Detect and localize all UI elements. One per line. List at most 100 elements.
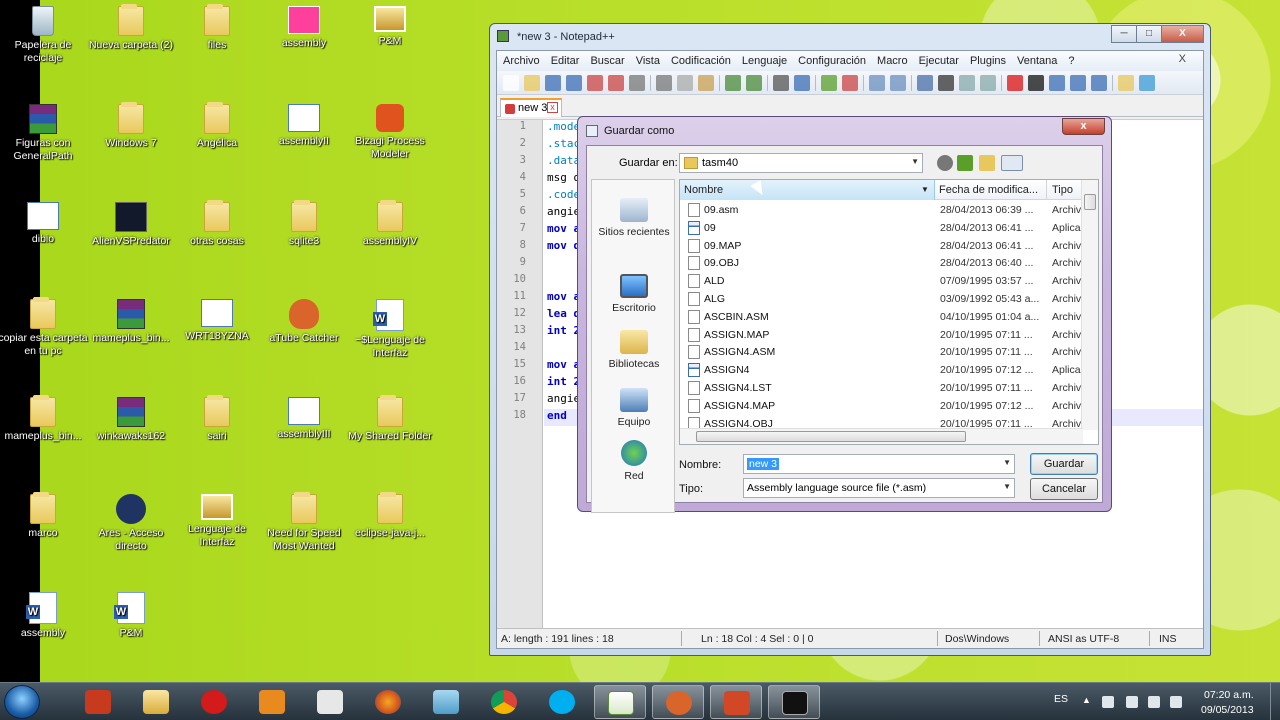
cancel-button[interactable]: Cancelar xyxy=(1030,478,1098,500)
back-icon[interactable] xyxy=(937,155,953,171)
undo-icon[interactable] xyxy=(725,74,741,91)
taskbar-skype[interactable] xyxy=(536,685,588,719)
desktop-icon[interactable]: aTube Catcher xyxy=(259,299,349,345)
menu-item[interactable]: Lenguaje xyxy=(742,55,787,67)
tab-close-icon[interactable]: x xyxy=(547,102,558,113)
taskbar-notes[interactable] xyxy=(420,685,472,719)
vertical-scrollbar[interactable] xyxy=(1081,180,1098,430)
menu-item[interactable]: Plugins xyxy=(970,55,1006,67)
menu-item[interactable]: Ejecutar xyxy=(919,55,959,67)
desktop-icon[interactable]: sqlite3 xyxy=(259,200,349,248)
view-menu-icon[interactable] xyxy=(1001,155,1023,171)
word-wrap-icon[interactable] xyxy=(917,74,933,91)
language-indicator[interactable]: ES xyxy=(1054,693,1068,705)
show-all-chars-icon[interactable] xyxy=(938,74,954,91)
save-all-icon[interactable] xyxy=(566,74,582,91)
taskbar-firefox[interactable] xyxy=(362,685,414,719)
zoom-in-icon[interactable] xyxy=(821,74,837,91)
clock-time[interactable]: 07:20 a.m. xyxy=(1204,689,1254,701)
column-name[interactable]: Nombre xyxy=(680,180,935,200)
desktop-icon[interactable]: Angélica xyxy=(172,102,262,150)
desktop-icon[interactable]: marco xyxy=(0,492,88,540)
cut-icon[interactable] xyxy=(656,74,672,91)
place-computer[interactable]: Equipo xyxy=(592,388,676,428)
desktop-icon[interactable]: copiar esta carpeta en tu pc xyxy=(0,297,88,358)
clock-date[interactable]: 09/05/2013 xyxy=(1201,704,1254,716)
taskbar-notepadpp[interactable] xyxy=(594,685,646,719)
file-row[interactable]: 09.MAP 28/04/2013 06:41 ... Archiv xyxy=(680,237,1098,255)
taskbar-powerpoint[interactable] xyxy=(710,685,762,719)
close-icon[interactable] xyxy=(587,74,603,91)
filename-input[interactable]: new 3 ▼ xyxy=(743,454,1015,474)
up-folder-icon[interactable] xyxy=(957,155,973,171)
taskbar-explorer[interactable] xyxy=(130,685,182,719)
menu-item[interactable]: ? xyxy=(1068,55,1074,67)
copy-icon[interactable] xyxy=(677,74,693,91)
file-row[interactable]: ALD 07/09/1995 03:57 ... Archiv xyxy=(680,272,1098,290)
lookin-dropdown[interactable]: tasm40 ▼ xyxy=(679,153,923,173)
desktop-icon[interactable]: Ares - Acceso directo xyxy=(86,494,176,553)
title-bar[interactable]: *new 3 - Notepad++ ─ □ X xyxy=(490,24,1210,48)
close-button[interactable]: X xyxy=(1161,25,1204,43)
play-macro-icon[interactable] xyxy=(1049,74,1065,91)
place-desktop[interactable]: Escritorio xyxy=(592,274,676,314)
taskbar-media-player[interactable] xyxy=(246,685,298,719)
desktop-icon[interactable]: assemblyIV xyxy=(345,200,435,248)
desktop-icon[interactable]: Windows 7 xyxy=(86,102,176,150)
menu-item[interactable]: Codificación xyxy=(671,55,731,67)
file-browser-icon[interactable] xyxy=(1118,74,1134,91)
desktop-icon[interactable]: assemblyII xyxy=(259,104,349,148)
desktop-icon[interactable]: Figuras con GeneralPath xyxy=(0,104,88,163)
taskbar-filezilla[interactable] xyxy=(72,685,124,719)
open-file-icon[interactable] xyxy=(524,74,540,91)
place-recent[interactable]: Sitios recientes xyxy=(592,198,676,238)
desktop-icon[interactable]: winkawaks162 xyxy=(86,397,176,443)
desktop-icon[interactable]: My Shared Folder xyxy=(345,395,435,443)
file-row[interactable]: ALG 03/09/1992 05:43 a... Archiv xyxy=(680,290,1098,308)
menu-item[interactable]: Archivo xyxy=(503,55,540,67)
volume-icon[interactable] xyxy=(1126,696,1138,708)
menu-item[interactable]: Configuración xyxy=(798,55,866,67)
taskbar-atube[interactable] xyxy=(652,685,704,719)
chevron-down-icon[interactable]: ▼ xyxy=(921,185,929,194)
desktop-icon[interactable]: Need for Speed Most Wanted xyxy=(259,492,349,553)
fold-icon[interactable] xyxy=(980,74,996,91)
file-row[interactable]: ASCBIN.ASM 04/10/1995 01:04 a... Archiv xyxy=(680,308,1098,326)
desktop-icon[interactable]: assembly xyxy=(0,592,88,640)
desktop-icon[interactable]: WRT18YZNA xyxy=(172,299,262,343)
desktop-icon[interactable]: mameplus_bin... xyxy=(0,395,88,443)
desktop-icon[interactable]: Lenguaje de Interfaz xyxy=(172,494,262,549)
redo-icon[interactable] xyxy=(746,74,762,91)
signal-icon[interactable] xyxy=(1170,696,1182,708)
show-hidden-icons-icon[interactable]: ▲ xyxy=(1082,695,1091,705)
desktop-icon[interactable]: Papelera de reciclaje xyxy=(0,6,88,65)
show-desktop-button[interactable] xyxy=(1270,683,1280,720)
file-list[interactable]: Nombre ▼ Fecha de modifica... Tipo 09.as… xyxy=(679,179,1099,445)
taskbar-game[interactable] xyxy=(304,685,356,719)
place-network[interactable]: Red xyxy=(592,440,676,482)
file-row[interactable]: ASSIGN4 20/10/1995 07:12 ... Aplicac xyxy=(680,361,1098,379)
filetype-dropdown[interactable]: Assembly language source file (*.asm) ▼ xyxy=(743,478,1015,498)
menu-item[interactable]: Ventana xyxy=(1017,55,1057,67)
new-file-icon[interactable] xyxy=(503,74,519,91)
file-row[interactable]: 09.OBJ 28/04/2013 06:40 ... Archiv xyxy=(680,254,1098,272)
desktop-icon[interactable]: assemblyIII xyxy=(259,397,349,441)
save-macro-icon[interactable] xyxy=(1091,74,1107,91)
find-icon[interactable] xyxy=(773,74,789,91)
paste-icon[interactable] xyxy=(698,74,714,91)
file-row[interactable]: ASSIGN.MAP 20/10/1995 07:11 ... Archiv xyxy=(680,326,1098,344)
column-type[interactable]: Tipo xyxy=(1052,184,1073,196)
file-row[interactable]: ASSIGN4.MAP 20/10/1995 07:12 ... Archiv xyxy=(680,397,1098,415)
dialog-close-button[interactable]: x xyxy=(1062,118,1105,135)
new-folder-icon[interactable] xyxy=(979,155,995,171)
record-macro-icon[interactable] xyxy=(1007,74,1023,91)
desktop-icon[interactable]: Nueva carpeta (2) xyxy=(86,4,176,52)
start-button[interactable] xyxy=(4,685,40,719)
desktop-icon[interactable]: sairi xyxy=(172,395,262,443)
desktop-icon[interactable]: otras cosas xyxy=(172,200,262,248)
desktop-icon[interactable]: Bizagi Process Modeler xyxy=(345,104,435,161)
desktop-icon[interactable]: P&M xyxy=(345,6,435,48)
print-icon[interactable] xyxy=(629,74,645,91)
taskbar-chrome[interactable] xyxy=(478,685,530,719)
menu-item[interactable]: Vista xyxy=(636,55,660,67)
